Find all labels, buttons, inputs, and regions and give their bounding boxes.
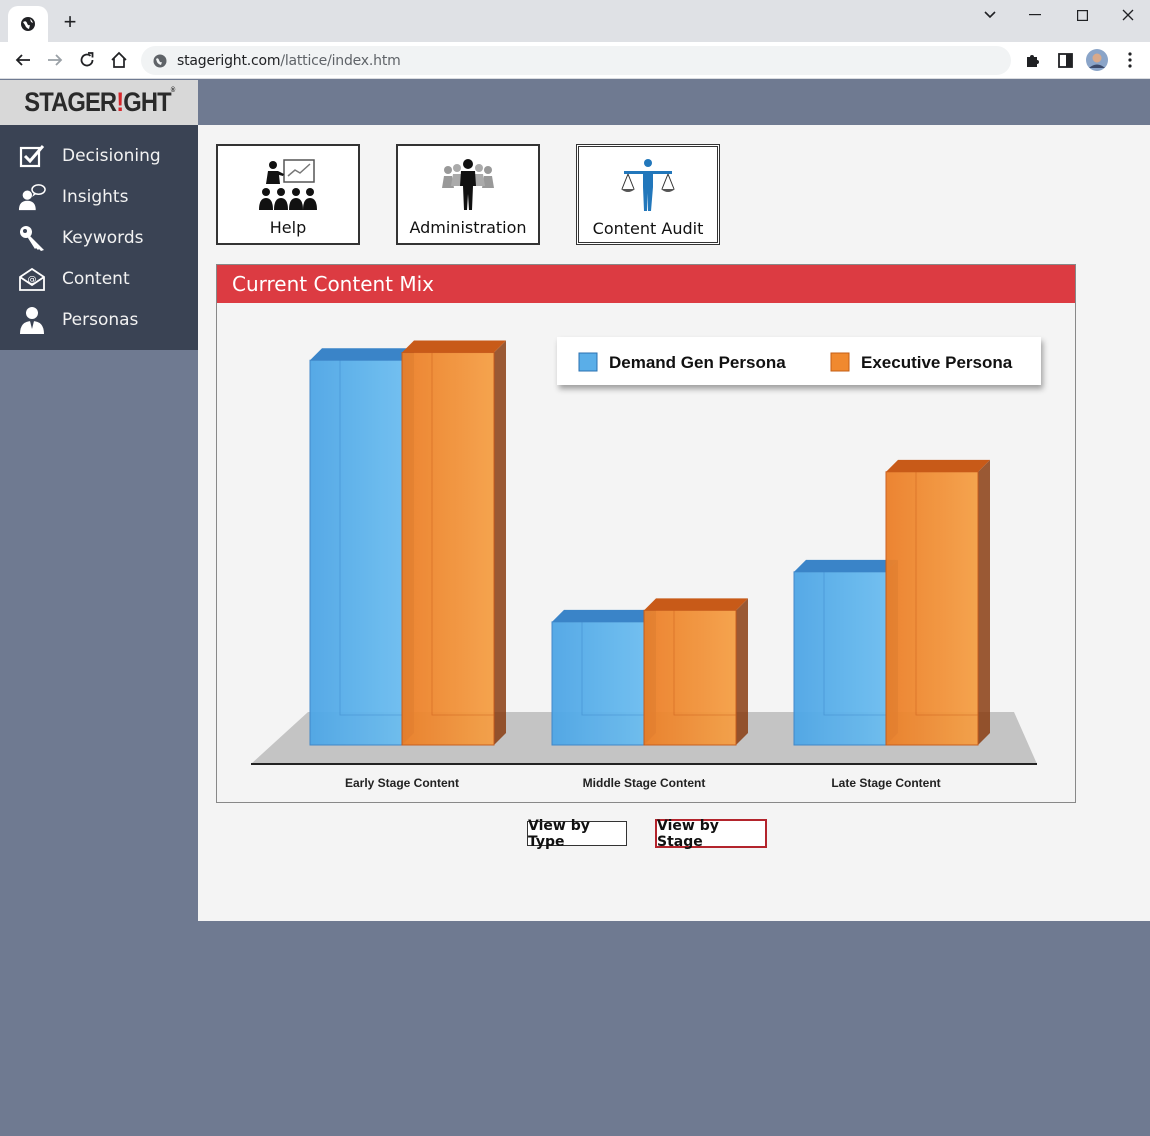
content-mix-panel: Current Content Mix Early Stage Content M… <box>216 264 1076 803</box>
sidebar-item-label: Insights <box>62 186 129 207</box>
side-panel-icon <box>1057 52 1073 68</box>
legend-label-1: Executive Persona <box>861 353 1013 372</box>
browser-tab-bar: + <box>0 0 1150 42</box>
maximize-button[interactable] <box>1071 6 1093 24</box>
reload-button[interactable] <box>76 49 98 71</box>
x-tick-label: Late Stage Content <box>831 776 940 790</box>
view-by-stage-button[interactable]: View by Stage <box>655 818 767 850</box>
arrow-right-icon <box>48 54 63 66</box>
checkbox-icon <box>18 142 46 170</box>
browser-toolbar: stageright.com/lattice/index.htm <box>0 42 1150 79</box>
x-tick-label: Early Stage Content <box>345 776 459 790</box>
bar-side-executive-persona-0 <box>494 340 506 745</box>
sidebar-item-label: Keywords <box>62 227 144 248</box>
home-button[interactable] <box>108 49 130 71</box>
key-icon <box>18 224 46 252</box>
kebab-menu-icon <box>1128 52 1132 68</box>
bar-top-demand-gen-persona-1 <box>552 609 656 622</box>
back-button[interactable] <box>12 49 34 71</box>
maximize-icon <box>1076 9 1088 21</box>
content-audit-card[interactable]: Content Audit <box>576 144 720 245</box>
bar-top-executive-persona-1 <box>644 598 748 611</box>
sidebar-item-decisioning[interactable]: Decisioning <box>0 135 198 176</box>
panel-title: Current Content Mix <box>232 272 435 296</box>
extensions-button[interactable] <box>1022 49 1044 71</box>
bar-side-executive-persona-2 <box>978 459 990 745</box>
legend-swatch-0 <box>578 352 598 372</box>
globe-icon <box>21 17 35 31</box>
url-host: stageright.com <box>177 52 281 69</box>
avatar-icon <box>1086 49 1108 71</box>
view-by-type-button[interactable]: View by Type <box>527 818 627 850</box>
bar-side-executive-persona-1 <box>736 598 748 745</box>
bar-top-demand-gen-persona-2 <box>794 559 898 572</box>
reload-icon <box>80 52 94 67</box>
arrow-left-icon <box>15 54 30 66</box>
chevron-down-icon <box>984 11 996 19</box>
sidebar: Decisioning Insights Keywords @ Content … <box>0 125 198 350</box>
sidebar-item-content[interactable]: @ Content <box>0 258 198 299</box>
administration-card[interactable]: Administration <box>396 144 540 245</box>
x-tick-label: Middle Stage Content <box>583 776 706 790</box>
side-panel-button[interactable] <box>1054 49 1076 71</box>
top-band <box>198 80 1150 125</box>
site-info-icon[interactable] <box>153 54 167 68</box>
stageright-logo: STAGER!GHT® <box>23 87 175 117</box>
sidebar-item-keywords[interactable]: Keywords <box>0 217 198 258</box>
sidebar-item-label: Decisioning <box>62 145 161 166</box>
team-icon <box>398 158 538 216</box>
content-mix-chart: Early Stage Content Middle Stage Content L… <box>251 337 1041 790</box>
close-icon <box>1122 9 1134 21</box>
help-card[interactable]: Help <box>216 144 360 245</box>
svg-text:@: @ <box>28 275 37 285</box>
bar-demand-gen-persona-2 <box>793 571 887 746</box>
bar-executive-persona-0 <box>401 352 495 746</box>
minimize-icon <box>1029 14 1041 16</box>
scales-person-icon <box>579 159 717 217</box>
new-tab-button[interactable]: + <box>58 10 82 34</box>
sidebar-item-label: Personas <box>62 309 139 330</box>
browser-menu-button[interactable] <box>1119 49 1141 71</box>
bar-top-executive-persona-2 <box>886 459 990 472</box>
puzzle-icon <box>1027 55 1039 67</box>
help-card-label: Help <box>269 218 307 237</box>
panel-header: Current Content Mix <box>217 265 1075 303</box>
close-window-button[interactable] <box>1117 6 1139 24</box>
tab-search-button[interactable] <box>979 6 1001 24</box>
bar-demand-gen-persona-0 <box>309 359 403 746</box>
bar-executive-persona-1 <box>643 609 737 746</box>
bar-executive-persona-2 <box>885 471 979 746</box>
browser-tab[interactable] <box>8 6 48 42</box>
administration-card-label: Administration <box>409 218 527 237</box>
logo-area[interactable]: STAGER!GHT® <box>0 80 198 125</box>
content-audit-card-label: Content Audit <box>592 219 704 238</box>
bar-top-executive-persona-0 <box>402 340 506 353</box>
sidebar-item-insights[interactable]: Insights <box>0 176 198 217</box>
person-icon <box>18 306 46 334</box>
sidebar-item-label: Content <box>62 268 130 289</box>
minimize-button[interactable] <box>1024 6 1046 24</box>
profile-avatar-button[interactable] <box>1086 49 1108 71</box>
url-text: stageright.com/lattice/index.htm <box>177 53 401 69</box>
sidebar-item-personas[interactable]: Personas <box>0 299 198 340</box>
url-path: /lattice/index.htm <box>280 52 401 69</box>
legend-label-0: Demand Gen Persona <box>609 353 786 372</box>
legend-swatch-1 <box>830 352 850 372</box>
address-bar[interactable]: stageright.com/lattice/index.htm <box>141 46 1011 75</box>
bar-demand-gen-persona-1 <box>551 621 645 746</box>
main-content: Help Administration Content Audit Curren… <box>198 125 1150 921</box>
forward-button[interactable] <box>44 49 66 71</box>
home-icon <box>111 51 127 68</box>
presenter-audience-icon <box>218 158 358 216</box>
person-chat-icon <box>18 183 46 211</box>
bar-top-demand-gen-persona-0 <box>310 348 414 361</box>
envelope-icon: @ <box>18 265 46 293</box>
